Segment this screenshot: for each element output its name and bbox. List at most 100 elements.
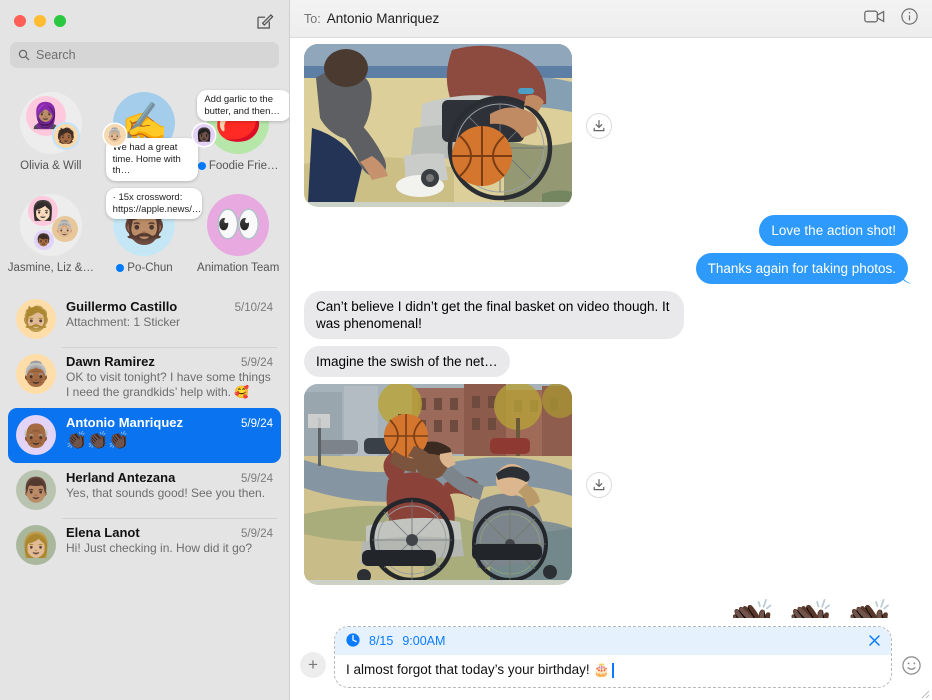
conversation-date: 5/9/24: [241, 528, 273, 540]
conversation-body: Antonio Manriquez 5/9/24 👏🏿👏🏿👏🏿: [66, 415, 273, 451]
conversation-list: 🧔🏼 Guillermo Castillo 5/10/24 Attachment…: [0, 288, 289, 573]
message-preview: OK to visit tonight? I have some things …: [66, 370, 271, 399]
conversation-date: 5/9/24: [241, 473, 273, 485]
clap-emoji: 👏🏿: [724, 599, 779, 618]
photo-content: [304, 44, 572, 202]
close-window-button[interactable]: [14, 15, 26, 27]
contact-name: Elena Lanot: [66, 525, 140, 540]
close-icon[interactable]: [869, 634, 880, 648]
message-bubble-in[interactable]: Imagine the swish of the net…: [304, 346, 510, 377]
info-icon[interactable]: [901, 7, 918, 30]
pinned-mini-avatar: 👵🏼: [103, 124, 126, 146]
download-icon[interactable]: [586, 112, 612, 139]
pinned-mini-avatar: 👩🏿: [193, 124, 216, 146]
message-bubble-out[interactable]: Love the action shot!: [759, 215, 908, 246]
pinned-name: Jasmine, Liz &…: [7, 262, 94, 274]
pinned-avatar: 👀: [207, 194, 270, 256]
search-icon: [18, 49, 30, 61]
clap-emoji: 👏🏿: [782, 599, 837, 618]
clap-reaction-row[interactable]: 👏🏿👏🏿👏🏿: [304, 599, 908, 618]
pinned-name: Animation Team: [197, 262, 280, 274]
conversation-row-5[interactable]: 👩🏼 Elena Lanot 5/9/24 Hi! Just checking …: [8, 518, 281, 573]
pinned-conversations-grid: 🧕🏽 🧑🏾 Olivia & Will ✍️ 👵🏼 We had a great time…: [0, 78, 289, 288]
traffic-light-group: [14, 15, 66, 27]
avatar: 👨🏽: [16, 470, 56, 510]
conversation-body: Dawn Ramirez 5/9/24 OK to visit tonight?…: [66, 354, 273, 400]
message-composer: + 8/15 9:00AM I almost forgot that today…: [290, 618, 932, 700]
header-actions: [864, 7, 918, 30]
conversation-date: 5/9/24: [241, 418, 273, 430]
cluster-avatar: 👦🏾: [33, 230, 54, 250]
cluster-avatar: 🧑🏾: [53, 124, 78, 148]
recipient-name[interactable]: Antonio Manriquez: [327, 11, 440, 26]
pinned-conversation-3[interactable]: 🍅 👩🏿 Add garlic to the butter, and then… Fo…: [191, 84, 289, 180]
conversation-top-row: Antonio Manriquez 5/9/24: [66, 415, 273, 430]
clap-emoji: 👏🏿: [841, 599, 896, 618]
conversation-row-1[interactable]: 🧔🏼 Guillermo Castillo 5/10/24 Attachment…: [8, 292, 281, 347]
message-bubble-in[interactable]: Can’t believe I didn’t get the final bas…: [304, 291, 684, 339]
message-draft-text: I almost forgot that today’s your birthd…: [346, 662, 611, 677]
search-input[interactable]: Search: [10, 42, 279, 68]
message-preview: 👏🏿👏🏿👏🏿: [66, 431, 130, 450]
download-icon[interactable]: [586, 471, 612, 498]
pinned-conversation-2[interactable]: ✍️👵🏼We had a great time. Home with th…Pe…: [98, 84, 198, 181]
pinned-label-row: Animation Team: [197, 262, 279, 274]
avatar: 👴🏾: [16, 415, 56, 455]
window-resize-grip[interactable]: [918, 686, 930, 699]
conversation-body: Guillermo Castillo 5/10/24 Attachment: 1…: [66, 299, 273, 330]
pinned-conversation-4[interactable]: 👩🏻 👵🏼 👦🏾 Jasmine, Liz &…: [4, 186, 98, 282]
unread-dot: [116, 264, 125, 272]
composer-input-stack: 8/15 9:00AM I almost forgot that today’s…: [334, 626, 892, 688]
pinned-name: Olivia & Will: [20, 160, 82, 172]
photo-attachment-2[interactable]: [304, 384, 908, 585]
suggestion-time: 9:00AM: [402, 634, 446, 648]
minimize-window-button[interactable]: [34, 15, 46, 27]
avatar: 👵🏾: [16, 354, 56, 394]
message-row-2: Love the action shot!: [304, 215, 908, 246]
conversation-row-2[interactable]: 👵🏾 Dawn Ramirez 5/9/24 OK to visit tonig…: [8, 347, 281, 408]
video-camera-icon[interactable]: [864, 9, 885, 29]
message-text-input[interactable]: I almost forgot that today’s your birthd…: [335, 655, 891, 687]
pinned-label-row: Po-Chun: [116, 262, 173, 274]
message-row-5: Imagine the swish of the net…: [304, 346, 908, 377]
suggestion-date: 8/15: [369, 634, 394, 648]
photo-attachment-1[interactable]: [304, 44, 908, 207]
avatar: 👩🏼: [16, 525, 56, 565]
message-list[interactable]: Love the action shot! Thanks again for ta…: [290, 38, 932, 618]
pinned-label-row: Olivia & Will: [20, 160, 81, 172]
message-row-4: Can’t believe I didn’t get the final bas…: [304, 291, 908, 339]
message-bubble-out[interactable]: Thanks again for taking photos.: [695, 253, 908, 284]
conversation-body: Herland Antezana 5/9/24 Yes, that sounds…: [66, 470, 273, 501]
conversation-date: 5/10/24: [234, 302, 273, 314]
conversation-row-4[interactable]: 👨🏽 Herland Antezana 5/9/24 Yes, that sou…: [8, 463, 281, 518]
text-caret: [612, 662, 614, 678]
plus-icon[interactable]: +: [300, 652, 326, 678]
pinned-preview-bubble: Add garlic to the butter, and then…: [197, 90, 289, 121]
sidebar-scroll-area[interactable]: 🧕🏽 🧑🏾 Olivia & Will ✍️ 👵🏼 We had a great time…: [0, 78, 289, 700]
message-row-3: Thanks again for taking photos.: [304, 253, 908, 284]
search-container: Search: [0, 42, 289, 78]
group-avatar: 👩🏻 👵🏼 👦🏾: [19, 194, 82, 256]
pinned-conversation-5[interactable]: 🧔🏽 · 15x crossword: https://apple.news/… P…: [98, 186, 202, 282]
conversation-row-3[interactable]: 👴🏾 Antonio Manriquez 5/9/24 👏🏿👏🏿👏🏿: [8, 408, 281, 463]
conversation-pane: To: Antonio Manriquez Love the action sh…: [290, 0, 932, 700]
contact-name: Guillermo Castillo: [66, 299, 178, 314]
window-titlebar: [0, 0, 289, 42]
compose-icon[interactable]: [253, 10, 275, 32]
two-players-wheelchair-basketball-photo[interactable]: [304, 384, 572, 585]
basketball-player-wheelchair-court-photo[interactable]: [304, 44, 572, 207]
conversation-top-row: Guillermo Castillo 5/10/24: [66, 299, 273, 314]
pinned-conversation-1[interactable]: 🧕🏽 🧑🏾 Olivia & Will: [4, 84, 98, 180]
search-placeholder: Search: [36, 48, 76, 62]
pinned-label-row: Jasmine, Liz &…: [8, 262, 94, 274]
pinned-conversation-6[interactable]: 👀 Animation Team: [191, 186, 285, 282]
smart-suggestion-bar[interactable]: 8/15 9:00AM: [335, 627, 891, 655]
conversation-top-row: Elena Lanot 5/9/24: [66, 525, 273, 540]
emoji-picker-icon[interactable]: [900, 654, 922, 676]
messages-window: Search 🧕🏽 🧑🏾 Olivia & Will ✍️ 👵🏼 We had a gre…: [0, 0, 932, 700]
pinned-name: Po-Chun: [127, 262, 173, 274]
thread-header: To: Antonio Manriquez: [290, 0, 932, 38]
pinned-label-row: Foodie Frie…: [197, 160, 278, 172]
zoom-window-button[interactable]: [54, 15, 66, 27]
message-preview: Hi! Just checking in. How did it go?: [66, 541, 253, 555]
